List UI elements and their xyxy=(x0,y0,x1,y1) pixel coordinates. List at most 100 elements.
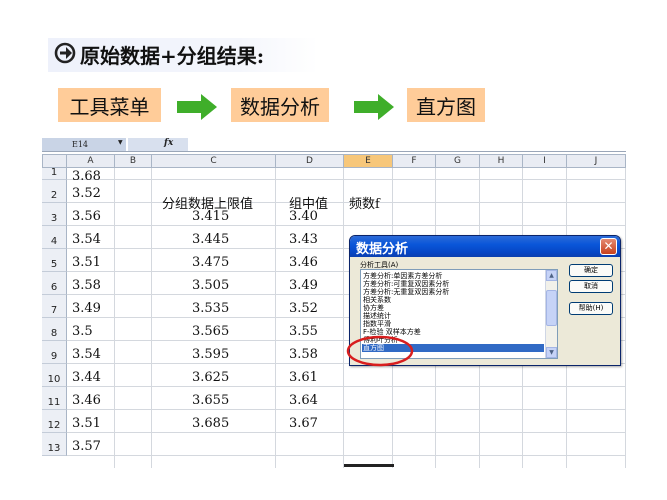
cell-d6[interactable]: 3.49 xyxy=(289,278,318,293)
arrow-circle-icon xyxy=(54,42,76,64)
cell-d12[interactable]: 3.67 xyxy=(289,416,318,431)
cell-c3[interactable]: 3.415 xyxy=(192,209,229,224)
grid-line xyxy=(67,202,626,203)
column-header-h[interactable]: H xyxy=(480,154,523,168)
column-header-e[interactable]: E xyxy=(344,154,393,168)
cell-a4[interactable]: 3.54 xyxy=(72,232,101,247)
tool-item[interactable]: 方差分析:可重复双因素分析 xyxy=(363,280,449,288)
cell-a2[interactable]: 3.52 xyxy=(72,186,101,201)
column-header-i[interactable]: I xyxy=(523,154,567,168)
ok-button[interactable]: 确定 xyxy=(569,264,613,277)
help-button[interactable]: 帮助(H) xyxy=(569,302,613,315)
scroll-thumb[interactable] xyxy=(546,290,557,326)
flow-step-histogram: 直方图 xyxy=(407,88,485,122)
cell-c10[interactable]: 3.625 xyxy=(192,370,229,385)
cell-d4[interactable]: 3.43 xyxy=(289,232,318,247)
dialog-titlebar[interactable]: 数据分析 ✕ xyxy=(350,236,620,257)
scroll-down-icon[interactable]: ▼ xyxy=(546,347,557,358)
row-header-4[interactable]: 4 xyxy=(42,226,67,249)
column-header-g[interactable]: G xyxy=(436,154,480,168)
row-header-5[interactable]: 5 xyxy=(42,249,67,272)
dialog-title: 数据分析 xyxy=(356,242,409,257)
cell-a10[interactable]: 3.44 xyxy=(72,370,101,385)
slide-title: 原始数据+分组结果: xyxy=(80,44,265,68)
cell-c5[interactable]: 3.475 xyxy=(192,255,229,270)
grid-line xyxy=(275,168,276,468)
row-header-7[interactable]: 7 xyxy=(42,295,67,318)
row-header-12[interactable]: 12 xyxy=(42,410,67,433)
name-box[interactable]: E14 xyxy=(42,138,126,151)
tool-item[interactable]: 协方差 xyxy=(363,304,384,312)
row-header-1[interactable]: 1 xyxy=(42,167,67,180)
tool-item[interactable]: 描述统计 xyxy=(363,312,391,320)
row-header-2[interactable]: 2 xyxy=(42,180,67,203)
row-header-3[interactable]: 3 xyxy=(42,203,67,226)
cell-a3[interactable]: 3.56 xyxy=(72,209,101,224)
cell-d5[interactable]: 3.46 xyxy=(289,255,318,270)
row-header-6[interactable]: 6 xyxy=(42,272,67,295)
grid-line xyxy=(114,168,115,468)
grid-line xyxy=(67,432,626,433)
grid-line xyxy=(67,179,626,180)
row-header-9[interactable]: 9 xyxy=(42,341,67,364)
column-header-a[interactable]: A xyxy=(67,154,115,168)
scroll-up-icon[interactable]: ▲ xyxy=(546,270,557,281)
cell-a8[interactable]: 3.5 xyxy=(72,324,93,339)
cell-a9[interactable]: 3.54 xyxy=(72,347,101,362)
row-header-13[interactable]: 13 xyxy=(42,433,67,456)
row-header-10[interactable]: 10 xyxy=(42,364,67,387)
cell-c9[interactable]: 3.595 xyxy=(192,347,229,362)
flow-step-tools-menu: 工具菜单 xyxy=(58,88,161,122)
row-header-8[interactable]: 8 xyxy=(42,318,67,341)
list-scrollbar[interactable]: ▲ ▼ xyxy=(545,270,557,358)
cell-a5[interactable]: 3.51 xyxy=(72,255,101,270)
chevron-down-icon[interactable]: ▼ xyxy=(118,139,123,146)
column-header-c[interactable]: C xyxy=(152,154,276,168)
grid-line xyxy=(151,168,152,468)
tool-item[interactable]: 方差分析:单因素方差分析 xyxy=(363,272,442,280)
highlight-ellipse xyxy=(346,335,414,367)
grid-line xyxy=(67,225,626,226)
grid-line xyxy=(67,409,626,410)
cell-c11[interactable]: 3.655 xyxy=(192,393,229,408)
active-cell-marker xyxy=(344,464,394,467)
cell-c7[interactable]: 3.535 xyxy=(192,301,229,316)
column-header-f[interactable]: F xyxy=(393,154,436,168)
cell-c4[interactable]: 3.445 xyxy=(192,232,229,247)
cell-d7[interactable]: 3.52 xyxy=(289,301,318,316)
flow-step-data-analysis: 数据分析 xyxy=(231,88,329,122)
select-all-corner[interactable] xyxy=(42,154,67,168)
function-icon[interactable]: fx xyxy=(164,138,173,148)
tool-item[interactable]: 相关系数 xyxy=(363,296,391,304)
formula-bar-button-area xyxy=(128,138,188,151)
tool-item[interactable]: 指数平滑 xyxy=(363,320,391,328)
cell-a13[interactable]: 3.57 xyxy=(72,439,101,454)
cell-d8[interactable]: 3.55 xyxy=(289,324,318,339)
column-header-j[interactable]: J xyxy=(567,154,626,168)
grid-line xyxy=(67,386,626,387)
cell-a7[interactable]: 3.49 xyxy=(72,301,101,316)
column-header-b[interactable]: B xyxy=(115,154,152,168)
flow-arrow-icon xyxy=(354,94,394,120)
grid-line xyxy=(343,168,344,468)
cell-a12[interactable]: 3.51 xyxy=(72,416,101,431)
cell-d3[interactable]: 3.40 xyxy=(289,209,318,224)
grid-line xyxy=(67,455,626,456)
close-icon[interactable]: ✕ xyxy=(600,238,617,255)
cell-d10[interactable]: 3.61 xyxy=(289,370,318,385)
cell-a11[interactable]: 3.46 xyxy=(72,393,101,408)
cell-d11[interactable]: 3.64 xyxy=(289,393,318,408)
cell-c8[interactable]: 3.565 xyxy=(192,324,229,339)
cell-d9[interactable]: 3.58 xyxy=(289,347,318,362)
cell-a1[interactable]: 3.68 xyxy=(72,169,101,184)
row-header-11[interactable]: 11 xyxy=(42,387,67,410)
formula-bar: E14 ▼ fx xyxy=(42,138,626,152)
flow-arrow-icon xyxy=(177,94,217,120)
cancel-button[interactable]: 取消 xyxy=(569,280,613,293)
tool-item[interactable]: 方差分析:无重复双因素分析 xyxy=(363,288,449,296)
column-header-d[interactable]: D xyxy=(276,154,344,168)
grid-line xyxy=(625,168,626,468)
cell-c12[interactable]: 3.685 xyxy=(192,416,229,431)
cell-c6[interactable]: 3.505 xyxy=(192,278,229,293)
cell-a6[interactable]: 3.58 xyxy=(72,278,101,293)
